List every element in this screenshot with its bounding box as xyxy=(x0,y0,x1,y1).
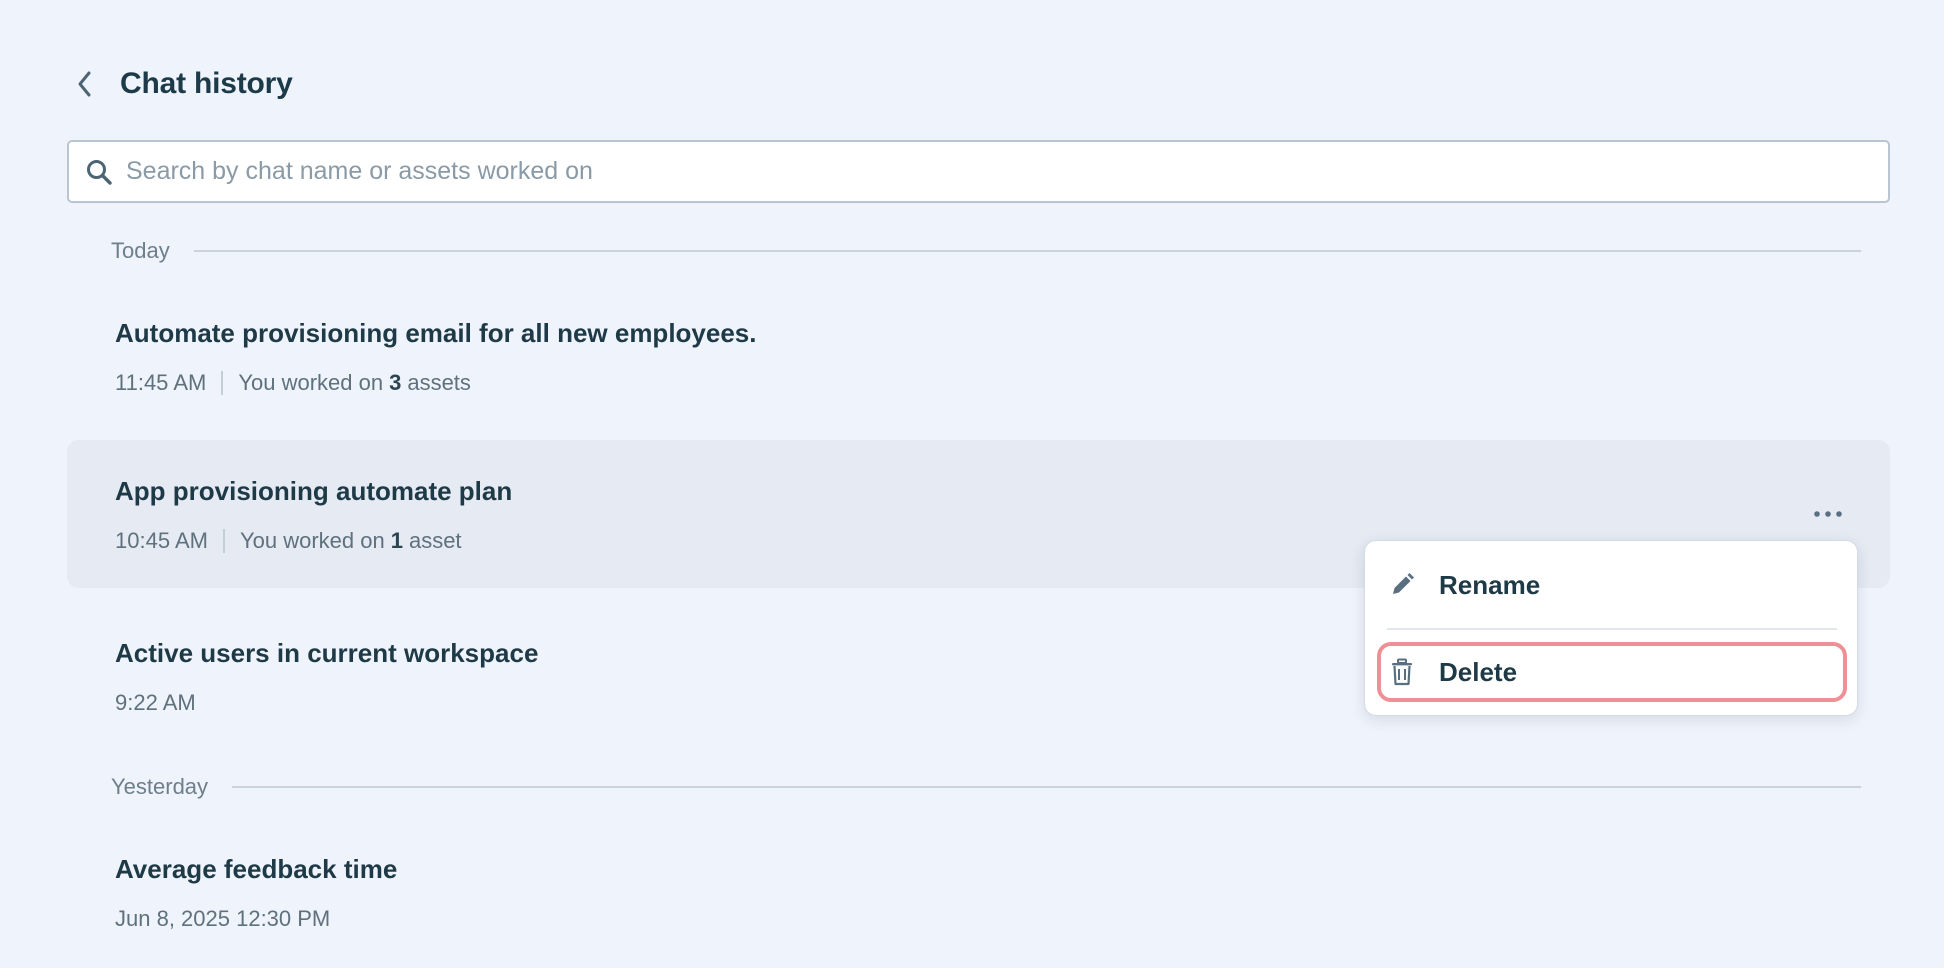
assets-suffix: asset xyxy=(408,528,462,553)
chat-meta: 11:45 AM You worked on 3 assets xyxy=(115,370,471,396)
search-box[interactable] xyxy=(67,140,1890,203)
section-header-today: Today xyxy=(111,238,1861,264)
assets-suffix: assets xyxy=(407,370,471,395)
menu-divider xyxy=(1387,628,1837,630)
search-icon xyxy=(82,155,116,189)
chat-title: Active users in current workspace xyxy=(115,638,539,668)
context-menu: Rename Delete xyxy=(1364,540,1858,716)
chat-meta: 9:22 AM xyxy=(115,690,196,716)
pencil-icon xyxy=(1387,570,1417,600)
section-label: Yesterday xyxy=(111,774,209,799)
delete-label: Delete xyxy=(1439,656,1518,687)
assets-prefix: You worked on xyxy=(238,370,384,395)
rename-label: Rename xyxy=(1439,569,1541,600)
page-title: Chat history xyxy=(120,67,293,100)
chat-meta: 10:45 AM You worked on 1 asset xyxy=(115,528,462,554)
chevron-left-icon xyxy=(78,71,91,97)
section-divider xyxy=(232,786,1861,788)
chat-time: 10:45 AM xyxy=(115,528,208,553)
chat-time: Jun 8, 2025 12:30 PM xyxy=(115,906,331,931)
rename-menu-item[interactable]: Rename xyxy=(1377,555,1847,615)
section-divider xyxy=(193,250,1861,252)
chat-title: Automate provisioning email for all new … xyxy=(115,318,757,348)
chat-item[interactable]: Average feedback time Jun 8, 2025 12:30 … xyxy=(67,818,1890,966)
chat-meta: Jun 8, 2025 12:30 PM xyxy=(115,906,330,932)
delete-menu-item[interactable]: Delete xyxy=(1377,642,1847,702)
chat-item[interactable]: Automate provisioning email for all new … xyxy=(67,282,1890,430)
chat-history-page: Chat history Today Automate provisioning… xyxy=(0,0,1944,968)
assets-count: 1 xyxy=(390,528,403,553)
search-input[interactable] xyxy=(126,146,1826,197)
assets-count: 3 xyxy=(389,370,402,395)
chat-title: App provisioning automate plan xyxy=(115,476,513,506)
trash-icon xyxy=(1387,657,1417,687)
meta-separator xyxy=(222,529,225,553)
assets-prefix: You worked on xyxy=(239,528,385,553)
chat-title: Average feedback time xyxy=(115,854,398,884)
back-button[interactable] xyxy=(61,60,109,108)
page-header: Chat history xyxy=(67,58,293,110)
more-horizontal-icon xyxy=(1814,511,1842,517)
meta-separator xyxy=(221,371,224,395)
section-label: Today xyxy=(111,238,170,263)
section-header-yesterday: Yesterday xyxy=(111,774,1861,800)
chat-time: 11:45 AM xyxy=(115,370,207,395)
chat-time: 9:22 AM xyxy=(115,690,196,715)
more-options-button[interactable] xyxy=(1808,494,1848,534)
